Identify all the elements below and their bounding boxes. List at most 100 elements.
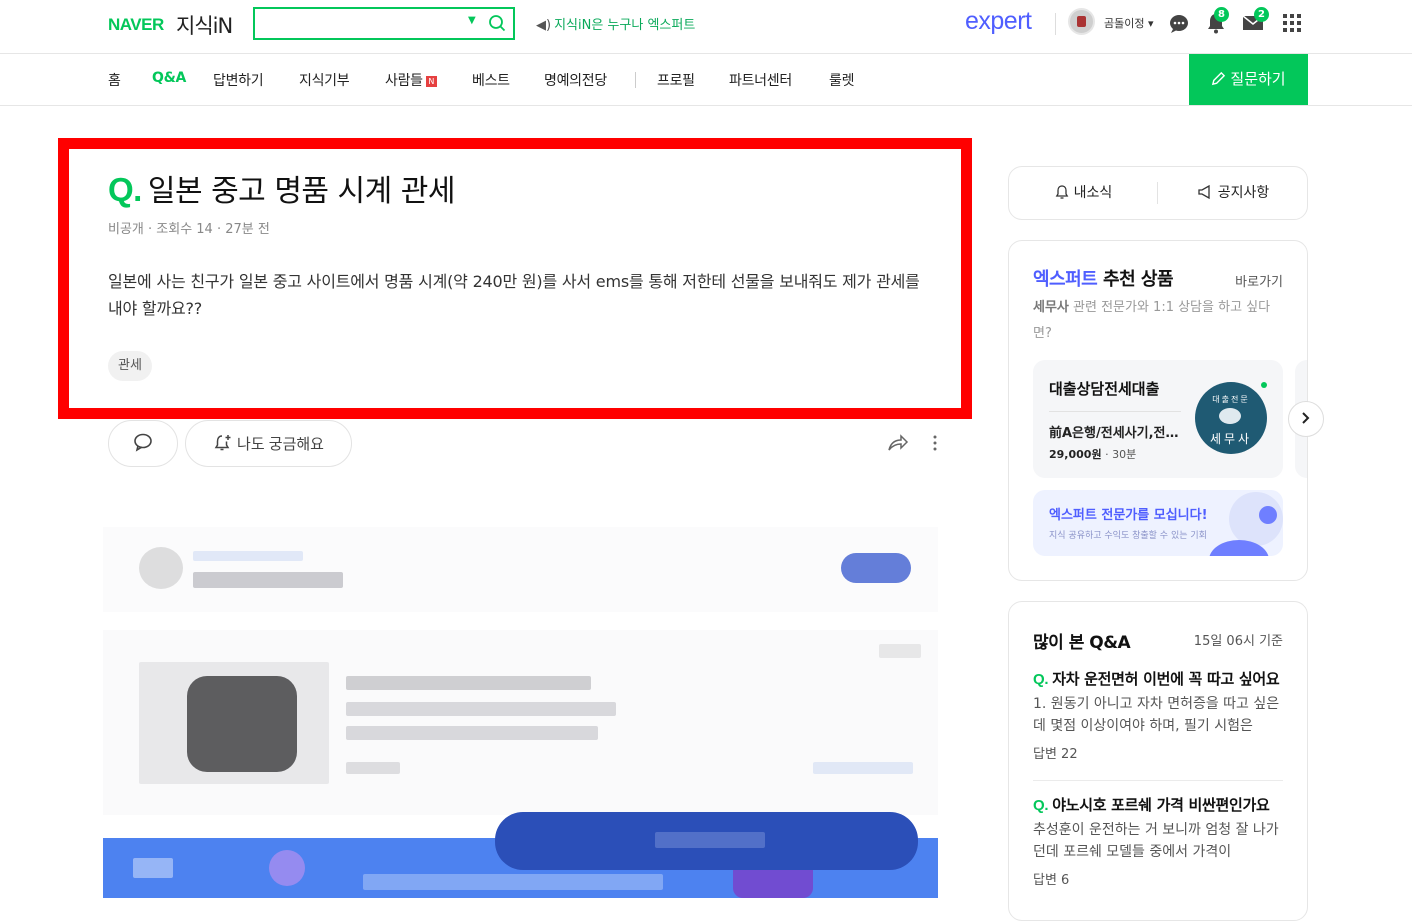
popular-item[interactable]: Q. 야노시호 포르쉐 가격 비싼편인가요 추성훈이 운전하는 거 보니까 엄청 … [1033, 794, 1283, 888]
popular-item-body: 1. 원동기 아니고 자차 면허증을 따고 싶은데 몇점 이상이여야 하며, 필… [1033, 696, 1280, 734]
notice-button[interactable]: 공지사항 [1159, 167, 1307, 219]
notice-label: 공지사항 [1217, 185, 1270, 201]
expert-badge-top: 대출전문 [1212, 395, 1250, 404]
nav-partner-center[interactable]: 파트너센터 [729, 70, 792, 90]
recommend-subtitle-keyword: 세무사 [1033, 300, 1069, 315]
apps-grid-icon[interactable] [1280, 11, 1304, 35]
popular-qna-card: 많이 본 Q&A 15일 06시 기준 Q. 자차 운전면허 이번에 꼭 따고 싶… [1008, 601, 1308, 921]
curious-label: 나도 궁금해요 [237, 436, 324, 453]
expert-emblem-icon [1219, 408, 1241, 424]
q-mark: Q. [1033, 797, 1049, 814]
username: 곰돌이정 [1104, 17, 1145, 30]
nav-people-label: 사람들 [385, 73, 423, 89]
expert-badge: 대출전문 세무사 [1195, 382, 1267, 454]
nav-divider [635, 72, 636, 88]
popular-item[interactable]: Q. 자차 운전면허 이번에 꼭 따고 싶어요 1. 원동기 아니고 자차 면허증… [1033, 668, 1283, 762]
question-title: Q. 일본 중고 명품 시계 관세 [108, 166, 456, 210]
product-name: 대출상담전세대출 [1049, 380, 1160, 398]
floating-ad-button[interactable] [495, 812, 918, 870]
my-news-label: 내소식 [1073, 185, 1113, 201]
divider [1157, 182, 1158, 204]
nav-roulette[interactable]: 룰렛 [829, 70, 854, 90]
promo-text: 지식iN은 누구나 엑스퍼트 [554, 18, 696, 33]
curious-button[interactable]: 나도 궁금해요 [185, 420, 352, 467]
top-bar: NAVER 지식iN ▼ ◀) 지식iN은 누구나 엑스퍼트 expert 곰돌이… [0, 0, 1412, 54]
avatar[interactable] [1068, 8, 1095, 35]
chevron-right-icon [1302, 412, 1310, 424]
recommend-title-text: 추천 상품 [1097, 269, 1174, 290]
expert-recommend-card: 엑스퍼트 추천 상품 바로가기 세무사 관련 전문가와 1:1 상담을 하고 싶… [1008, 240, 1308, 581]
pencil-icon [1212, 71, 1226, 86]
ask-question-button[interactable]: 질문하기 [1189, 54, 1308, 105]
decor-circle [1259, 506, 1277, 524]
comment-button[interactable] [108, 420, 178, 467]
nav-home[interactable]: 홈 [108, 70, 121, 90]
popular-item-answer-count: 답변 22 [1033, 747, 1078, 762]
product-description: 前A은행/전세사기,전세대출 [1049, 426, 1181, 441]
my-news-button[interactable]: 내소식 [1009, 167, 1157, 219]
divider [1033, 780, 1283, 781]
new-badge: N [425, 76, 437, 87]
product-duration: 30분 [1112, 448, 1137, 461]
popular-title: 많이 본 Q&A [1033, 633, 1131, 653]
speaker-icon: ◀) [536, 18, 552, 33]
product-price-value: 29,000원 [1049, 448, 1102, 461]
bell-icon [1055, 185, 1069, 199]
bell-plus-icon [214, 435, 231, 451]
share-icon[interactable] [887, 433, 909, 453]
popular-item-title-text: 자차 운전면허 이번에 꼭 따고 싶어요 [1052, 670, 1280, 688]
popular-date: 15일 06시 기준 [1193, 634, 1283, 649]
expert-logo[interactable]: expert [965, 7, 1032, 36]
comment-icon [134, 433, 152, 452]
recommend-title-brand: 엑스퍼트 [1033, 269, 1098, 290]
nav-qna[interactable]: Q&A [152, 70, 186, 86]
popular-item-title: Q. 야노시호 포르쉐 가격 비싼편인가요 [1033, 794, 1283, 815]
expert-recruit-banner[interactable]: 엑스퍼트 전문가를 모십니다! 지식 공유하고 수익도 창출할 수 있는 기회 [1033, 490, 1283, 556]
nav-people[interactable]: 사람들 N [385, 70, 437, 90]
recommend-subtitle-text: 관련 전문가와 1:1 상담을 하고 싶다면? [1033, 300, 1271, 341]
online-status-dot [1261, 382, 1267, 388]
popular-item-body: 추성훈이 운전하는 거 보니까 엄청 잘 나가던데 포르쉐 모델들 중에서 가격… [1033, 822, 1279, 860]
shortcut-link[interactable]: 바로가기 [1235, 271, 1283, 290]
username-menu[interactable]: 곰돌이정 ▾ [1104, 15, 1154, 31]
megaphone-icon [1198, 184, 1210, 200]
nav-best[interactable]: 베스트 [472, 70, 510, 90]
ad-product[interactable] [103, 630, 938, 815]
question-body: 일본에 사는 친구가 일본 중고 사이트에서 명품 시계(약 240만 원)를 … [108, 272, 920, 318]
popular-item-title-text: 야노시호 포르쉐 가격 비싼편인가요 [1052, 796, 1270, 814]
search-dropdown-icon[interactable]: ▼ [468, 15, 476, 26]
q-mark: Q. [108, 171, 142, 208]
jisikin-logo[interactable]: 지식iN [176, 10, 233, 40]
divider [1055, 13, 1056, 35]
ad-banner[interactable] [103, 527, 938, 612]
divider [1049, 411, 1181, 412]
ask-question-label: 질문하기 [1230, 71, 1286, 88]
recommend-title: 엑스퍼트 추천 상품 [1033, 265, 1174, 291]
expert-product-card[interactable]: 대출상담전세대출 前A은행/전세사기,전세대출 29,000원 · 30분 대출… [1033, 360, 1283, 478]
more-options-icon[interactable] [928, 433, 942, 453]
nav-hall-of-fame[interactable]: 명예의전당 [544, 70, 607, 90]
popular-item-answer-count: 답변 6 [1033, 873, 1070, 888]
search-input[interactable] [261, 13, 461, 35]
popular-item-title: Q. 자차 운전면허 이번에 꼭 따고 싶어요 [1033, 668, 1283, 689]
mail-badge: 2 [1254, 7, 1269, 22]
search-icon[interactable] [487, 12, 507, 34]
tag-chip[interactable]: 관세 [108, 351, 152, 381]
question-title-text: 일본 중고 명품 시계 관세 [147, 174, 456, 209]
recruit-subtitle: 지식 공유하고 수익도 창출할 수 있는 기회 [1049, 531, 1207, 541]
search-box[interactable]: ▼ [253, 7, 515, 40]
product-price: 29,000원 · 30분 [1049, 448, 1137, 461]
chat-icon[interactable] [1167, 11, 1191, 35]
expert-promo-link[interactable]: ◀) 지식iN은 누구나 엑스퍼트 [536, 14, 695, 33]
expert-badge-bottom: 세무사 [1209, 432, 1253, 446]
news-notice-card: 내소식 공지사항 [1008, 166, 1308, 220]
nav-answer[interactable]: 답변하기 [213, 70, 264, 90]
nav-profile[interactable]: 프로필 [657, 70, 695, 90]
recruit-title: 엑스퍼트 전문가를 모십니다! [1049, 508, 1208, 523]
question-meta: 비공개 · 조회수 14 · 27분 전 [108, 222, 270, 237]
notification-badge: 8 [1214, 7, 1229, 22]
nav-donate[interactable]: 지식기부 [299, 70, 350, 90]
q-mark: Q. [1033, 671, 1049, 688]
next-arrow-button[interactable] [1288, 401, 1324, 437]
naver-logo[interactable]: NAVER [108, 15, 164, 35]
